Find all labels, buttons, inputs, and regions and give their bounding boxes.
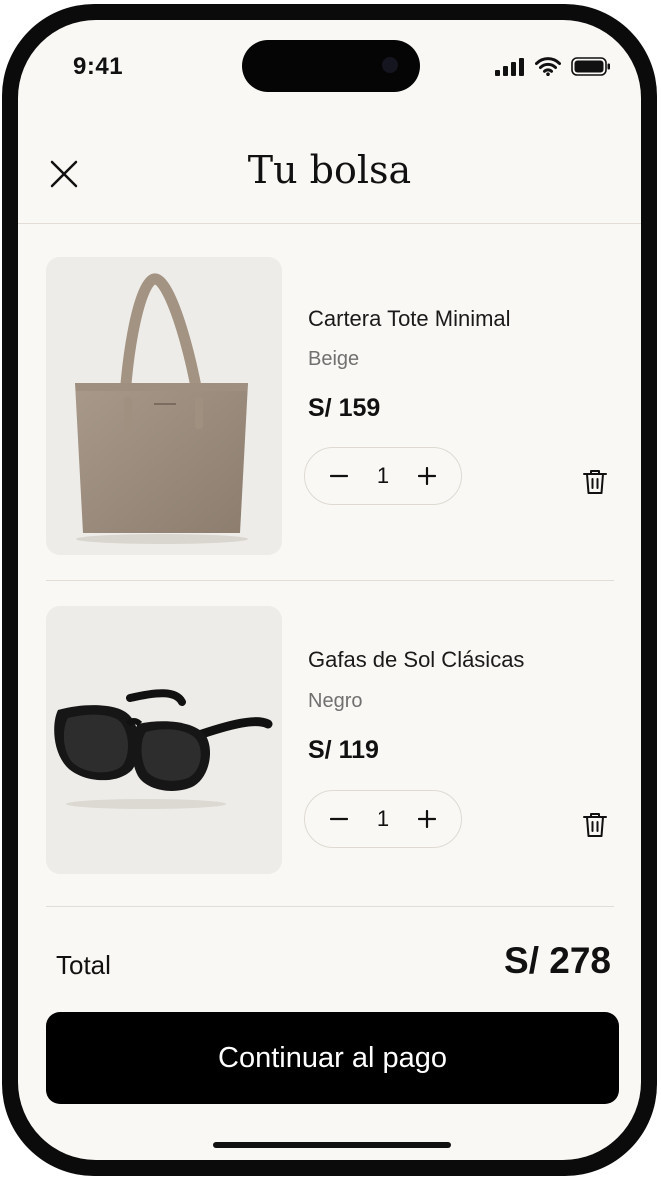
phone-frame: 9:41 Tu bolsa Cartera Tote Minimal Beige…	[2, 4, 657, 1176]
status-icons	[495, 57, 611, 76]
cart-item-image-sunglasses[interactable]	[46, 606, 282, 874]
minus-icon	[330, 817, 348, 821]
item-price: S/ 119	[308, 736, 379, 764]
wifi-icon	[535, 57, 561, 76]
minus-icon	[330, 474, 348, 478]
signal-icon	[495, 57, 524, 76]
item-name: Cartera Tote Minimal	[308, 306, 511, 331]
page-title: Tu bolsa	[247, 148, 412, 192]
increase-quantity-button[interactable]	[411, 460, 443, 492]
total-label: Total	[56, 950, 111, 980]
increase-quantity-button[interactable]	[411, 803, 443, 835]
screen: 9:41 Tu bolsa Cartera Tote Minimal Beige…	[18, 20, 641, 1160]
plus-icon	[418, 810, 436, 828]
decrease-quantity-button[interactable]	[323, 803, 355, 835]
summary-divider	[46, 906, 614, 907]
item-variant: Beige	[308, 348, 360, 370]
decrease-quantity-button[interactable]	[323, 460, 355, 492]
dynamic-island	[242, 40, 420, 92]
remove-item-button[interactable]	[582, 468, 608, 496]
sunglasses-image	[46, 606, 282, 874]
status-time: 9:41	[73, 53, 124, 80]
checkout-button[interactable]: Continuar al pago	[46, 1012, 619, 1104]
item-name: Gafas de Sol Clásicas	[308, 647, 525, 672]
remove-item-button[interactable]	[582, 811, 608, 839]
home-indicator[interactable]	[213, 1142, 451, 1148]
tote-bag-image	[46, 257, 282, 555]
trash-icon	[583, 470, 607, 494]
header: Tu bolsa	[18, 130, 641, 222]
quantity-stepper: 1	[304, 447, 462, 505]
quantity-value: 1	[376, 806, 390, 831]
quantity-value: 1	[376, 463, 390, 488]
item-variant: Negro	[308, 690, 363, 712]
item-divider	[46, 580, 614, 581]
trash-icon	[583, 813, 607, 837]
plus-icon	[418, 467, 436, 485]
item-price: S/ 159	[308, 394, 381, 422]
quantity-stepper: 1	[304, 790, 462, 848]
battery-icon	[571, 57, 610, 76]
cart-item-image-tote[interactable]	[46, 257, 282, 555]
header-divider	[18, 223, 641, 224]
camera-icon	[382, 57, 398, 73]
total-value: S/ 278	[504, 940, 611, 981]
